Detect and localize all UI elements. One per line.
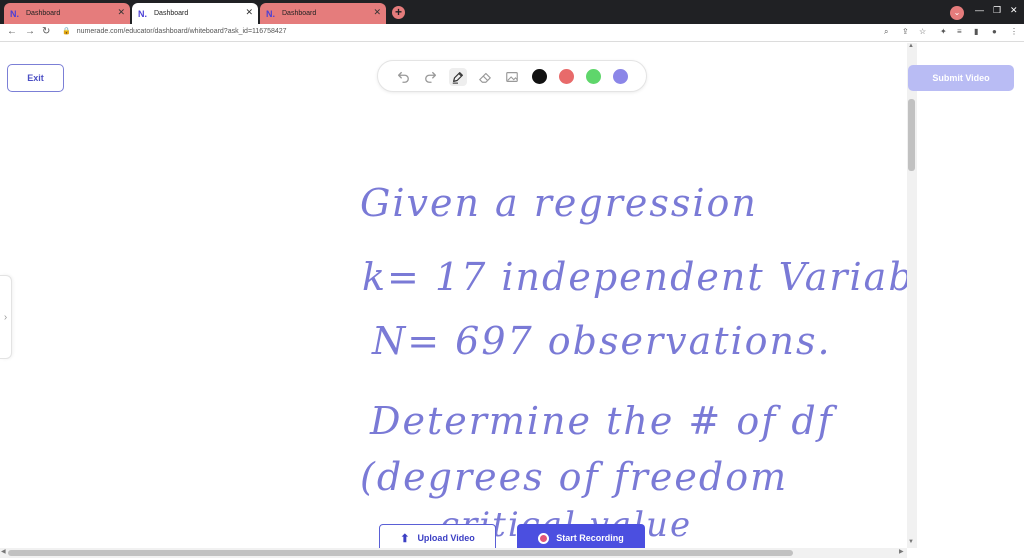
redo-icon[interactable] [422, 68, 440, 86]
color-swatch-purple[interactable] [613, 69, 628, 84]
reload-icon[interactable]: ↻ [42, 26, 50, 37]
scrollbar-thumb[interactable] [908, 99, 915, 171]
bookmark-star-icon[interactable]: ☆ [919, 27, 926, 36]
maximize-icon[interactable]: ❐ [993, 5, 1001, 16]
menu-icon[interactable]: ⋮ [1010, 27, 1018, 36]
back-icon[interactable]: ← [7, 26, 17, 37]
url-text: numerade.com/educator/dashboard/whiteboa… [76, 28, 287, 35]
drawing-toolbar [377, 60, 647, 92]
vertical-scrollbar[interactable]: ▲ ▼ [907, 43, 917, 548]
browser-tab-bar: N. Dashboard ✕ N. Dashboard ✕ N. Dashboa… [0, 0, 1024, 24]
chevron-right-icon[interactable]: › [0, 275, 12, 359]
scroll-down-icon[interactable]: ▼ [908, 539, 914, 545]
pen-icon[interactable] [449, 68, 467, 86]
browser-tab[interactable]: N. Dashboard ✕ [4, 3, 130, 24]
scrollbar-thumb[interactable] [8, 550, 793, 556]
profile-icon[interactable]: ● [992, 27, 997, 36]
color-swatch-green[interactable] [586, 69, 601, 84]
close-icon[interactable]: ✕ [373, 7, 381, 18]
share-icon[interactable]: ⇪ [902, 27, 909, 36]
side-panel-icon[interactable]: ▮ [974, 27, 978, 36]
handwritten-line: Given a regression [360, 181, 758, 225]
close-icon[interactable]: ✕ [117, 7, 125, 18]
record-icon [538, 532, 550, 544]
extensions-icon[interactable]: ✦ [940, 27, 947, 36]
upload-icon: ⬆ [400, 532, 410, 545]
lock-icon: 🔒 [62, 28, 71, 35]
whiteboard-canvas[interactable]: Exit › Given a regression k= 17 independ… [0, 43, 951, 552]
color-swatch-black[interactable] [532, 69, 547, 84]
zoom-icon[interactable]: ⌕ [884, 27, 888, 37]
submit-video-button[interactable]: Submit Video [908, 65, 1014, 91]
address-bar[interactable]: 🔒 numerade.com/educator/dashboard/whitebo… [62, 27, 287, 35]
browser-tab-active[interactable]: N. Dashboard ✕ [132, 3, 258, 24]
scroll-right-icon[interactable]: ▶ [899, 548, 904, 555]
image-icon[interactable] [503, 68, 521, 86]
minimize-icon[interactable]: — [975, 5, 984, 15]
chevron-down-icon[interactable]: ⌄ [950, 6, 964, 20]
numerade-favicon-icon: N. [10, 8, 19, 19]
tab-title: Dashboard [154, 10, 189, 17]
record-label: Start Recording [556, 533, 624, 543]
horizontal-scrollbar[interactable]: ◀ ▶ [0, 548, 907, 558]
close-icon[interactable]: ✕ [245, 7, 253, 18]
window-close-icon[interactable]: ✕ [1010, 5, 1018, 16]
color-swatch-red[interactable] [559, 69, 574, 84]
undo-icon[interactable] [394, 68, 412, 86]
media-icon[interactable]: ≡ [957, 27, 962, 36]
tab-title: Dashboard [26, 10, 61, 17]
browser-tab[interactable]: N. Dashboard ✕ [260, 3, 386, 24]
handwritten-line: Determine the # of df [370, 399, 834, 443]
handwritten-line: (degrees of freedom [360, 455, 789, 499]
eraser-icon[interactable] [476, 68, 494, 86]
handwritten-line: k= 17 independent Variable [362, 255, 954, 299]
whiteboard-page: Exit › Given a regression k= 17 independ… [0, 43, 1024, 558]
exit-button[interactable]: Exit [7, 64, 64, 92]
scroll-up-icon[interactable]: ▲ [908, 43, 914, 49]
numerade-favicon-icon: N. [138, 8, 147, 19]
handwritten-line: N= 697 observations. [372, 319, 832, 363]
numerade-favicon-icon: N. [266, 8, 275, 19]
tab-title: Dashboard [282, 10, 317, 17]
scroll-left-icon[interactable]: ◀ [1, 548, 6, 555]
forward-icon[interactable]: → [25, 26, 35, 37]
upload-label: Upload Video [417, 533, 475, 543]
browser-toolbar: ← → ↻ 🔒 numerade.com/educator/dashboard/w… [0, 24, 1024, 42]
right-pane [917, 43, 1024, 558]
new-tab-button[interactable]: + [392, 6, 405, 19]
